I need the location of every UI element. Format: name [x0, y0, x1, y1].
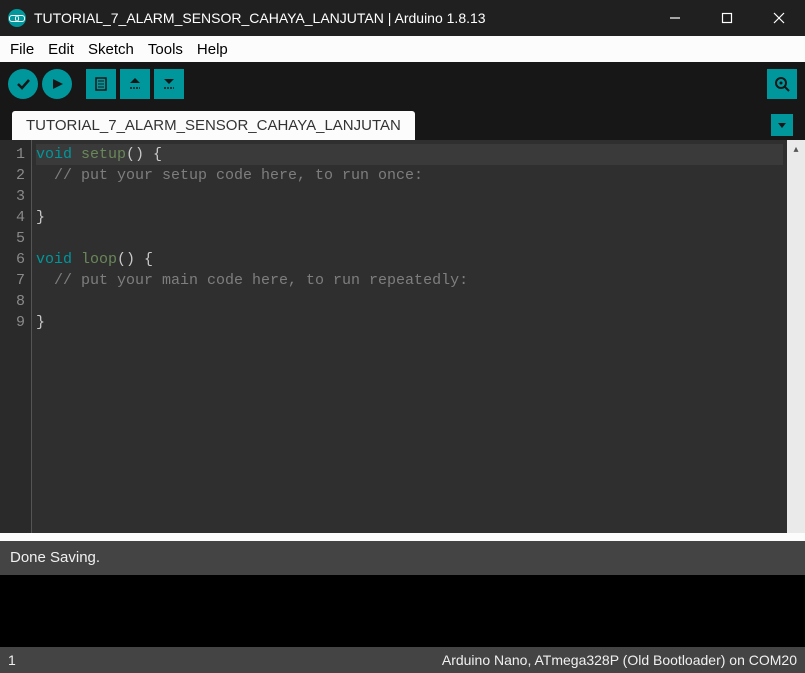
save-sketch-button[interactable]: [154, 69, 184, 99]
menu-edit[interactable]: Edit: [42, 39, 80, 60]
console-output[interactable]: [0, 575, 805, 647]
minimize-button[interactable]: [649, 0, 701, 36]
arduino-logo-icon: [8, 9, 26, 27]
scroll-up-icon[interactable]: ▴: [787, 140, 805, 158]
pane-divider[interactable]: [0, 533, 805, 541]
cursor-line: 1: [8, 652, 16, 668]
menu-help[interactable]: Help: [191, 39, 234, 60]
vertical-scrollbar[interactable]: ▴: [787, 140, 805, 533]
code-editor[interactable]: 123456789 void setup() { // put your set…: [0, 140, 805, 533]
title-bar: TUTORIAL_7_ALARM_SENSOR_CAHAYA_LANJUTAN …: [0, 0, 805, 36]
verify-button[interactable]: [8, 69, 38, 99]
board-info: Arduino Nano, ATmega328P (Old Bootloader…: [442, 652, 797, 668]
window-title: TUTORIAL_7_ALARM_SENSOR_CAHAYA_LANJUTAN …: [34, 10, 649, 26]
close-button[interactable]: [753, 0, 805, 36]
tab-bar: TUTORIAL_7_ALARM_SENSOR_CAHAYA_LANJUTAN: [0, 106, 805, 140]
open-sketch-button[interactable]: [120, 69, 150, 99]
new-sketch-button[interactable]: [86, 69, 116, 99]
code-area[interactable]: void setup() { // put your setup code he…: [32, 140, 787, 533]
menu-file[interactable]: File: [4, 39, 40, 60]
menu-sketch[interactable]: Sketch: [82, 39, 140, 60]
footer-bar: 1 Arduino Nano, ATmega328P (Old Bootload…: [0, 647, 805, 673]
status-message: Done Saving.: [0, 541, 805, 575]
menu-tools[interactable]: Tools: [142, 39, 189, 60]
tab-menu-button[interactable]: [771, 114, 793, 136]
line-number-gutter: 123456789: [0, 140, 32, 533]
upload-button[interactable]: [42, 69, 72, 99]
window-controls: [649, 0, 805, 36]
toolbar: [0, 62, 805, 106]
sketch-tab[interactable]: TUTORIAL_7_ALARM_SENSOR_CAHAYA_LANJUTAN: [12, 111, 415, 140]
serial-monitor-button[interactable]: [767, 69, 797, 99]
maximize-button[interactable]: [701, 0, 753, 36]
menu-bar: File Edit Sketch Tools Help: [0, 36, 805, 62]
